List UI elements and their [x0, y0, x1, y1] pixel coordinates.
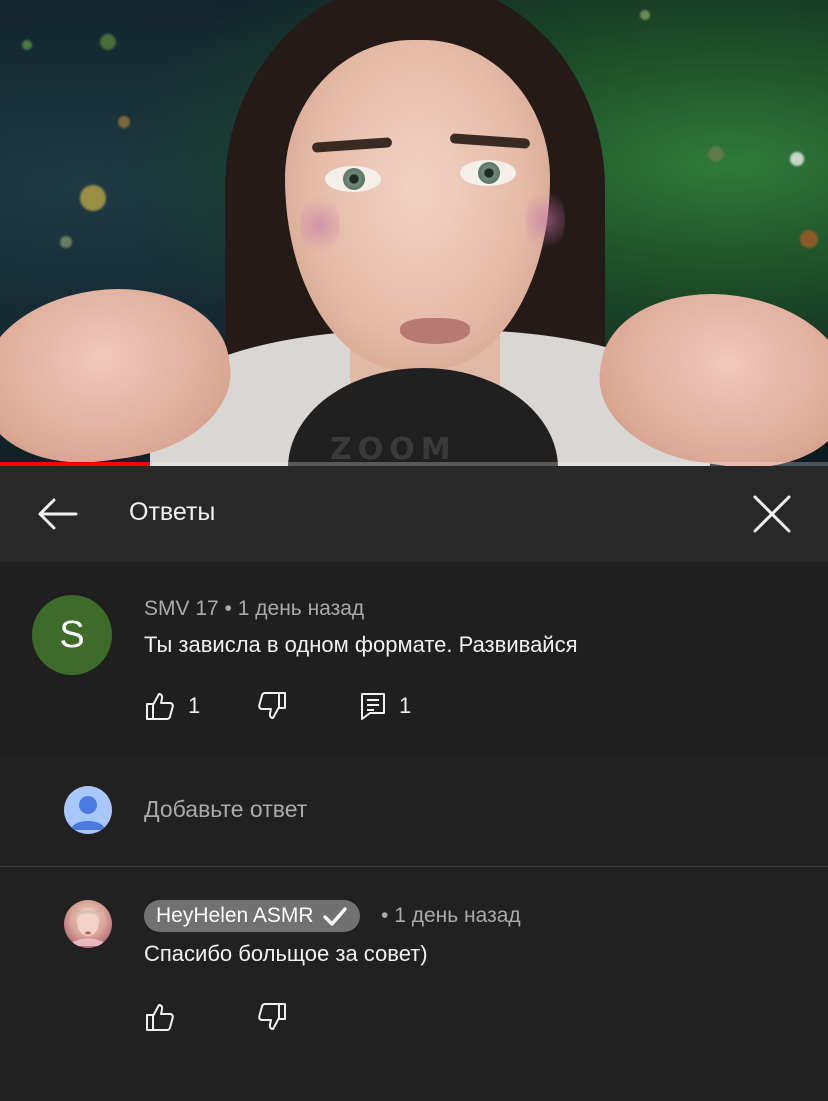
reply-time: 1 день назад	[394, 904, 521, 927]
bokeh-light	[640, 10, 650, 20]
parent-comment: S SMV 17 • 1 день назад Ты зависла в одн…	[0, 562, 828, 754]
bokeh-light	[790, 152, 804, 166]
reply-author: HeyHelen ASMR	[156, 904, 314, 927]
close-icon	[753, 495, 791, 533]
bokeh-light	[708, 146, 724, 162]
like-button[interactable]	[144, 999, 176, 1035]
comment-time: 1 день назад	[237, 597, 365, 620]
bokeh-light	[60, 236, 72, 248]
comment-author[interactable]: SMV 17	[144, 597, 219, 620]
reply-icon	[361, 693, 385, 720]
microphone-brand: ZOOM	[330, 432, 457, 466]
close-button[interactable]	[746, 488, 798, 540]
glitter-cheek	[300, 190, 340, 260]
bokeh-light	[22, 40, 32, 50]
right-eye	[460, 160, 516, 186]
bokeh-light	[80, 185, 106, 211]
avatar[interactable]	[64, 900, 112, 948]
presenter-lips	[400, 318, 470, 344]
reply-comment: HeyHelen ASMR • 1 день назад Спасибо бол…	[0, 867, 828, 1101]
thumb-down-icon	[258, 1003, 286, 1030]
meta-separator: •	[224, 597, 232, 620]
thumb-up-icon	[146, 1004, 174, 1031]
comment-meta: SMV 17 • 1 день назад	[144, 597, 364, 621]
reply-count: 1	[399, 693, 412, 718]
back-button[interactable]	[30, 492, 86, 536]
glitter-cheek	[525, 185, 565, 255]
reply-text: Спасибо больщое за совет)	[144, 941, 428, 966]
meta-separator: •	[381, 904, 389, 927]
reply-meta: • 1 день назад	[381, 904, 521, 928]
user-avatar-icon	[64, 786, 112, 834]
reply-button[interactable]: 1	[359, 688, 411, 724]
replies-title: Ответы	[129, 498, 216, 526]
comment-text: Ты зависла в одном формате. Развивайся	[144, 632, 578, 657]
add-reply-row	[0, 754, 828, 867]
creator-author-chip[interactable]: HeyHelen ASMR	[144, 900, 360, 932]
dislike-button[interactable]	[256, 999, 288, 1035]
video-player[interactable]: ZOOM	[0, 0, 828, 466]
thumb-up-icon	[146, 693, 174, 720]
like-count: 1	[188, 693, 201, 718]
avatar[interactable]: S	[32, 595, 112, 675]
dislike-button[interactable]	[256, 688, 288, 724]
thumb-down-icon	[258, 692, 286, 719]
reply-input[interactable]	[144, 792, 744, 826]
like-button[interactable]: 1	[144, 688, 200, 724]
bokeh-light	[118, 116, 130, 128]
arrow-left-icon	[38, 498, 78, 530]
left-eye	[325, 166, 381, 192]
checkmark-icon	[322, 907, 347, 926]
bokeh-light	[800, 230, 818, 248]
replies-header: Ответы	[0, 466, 828, 562]
bokeh-light	[100, 34, 116, 50]
